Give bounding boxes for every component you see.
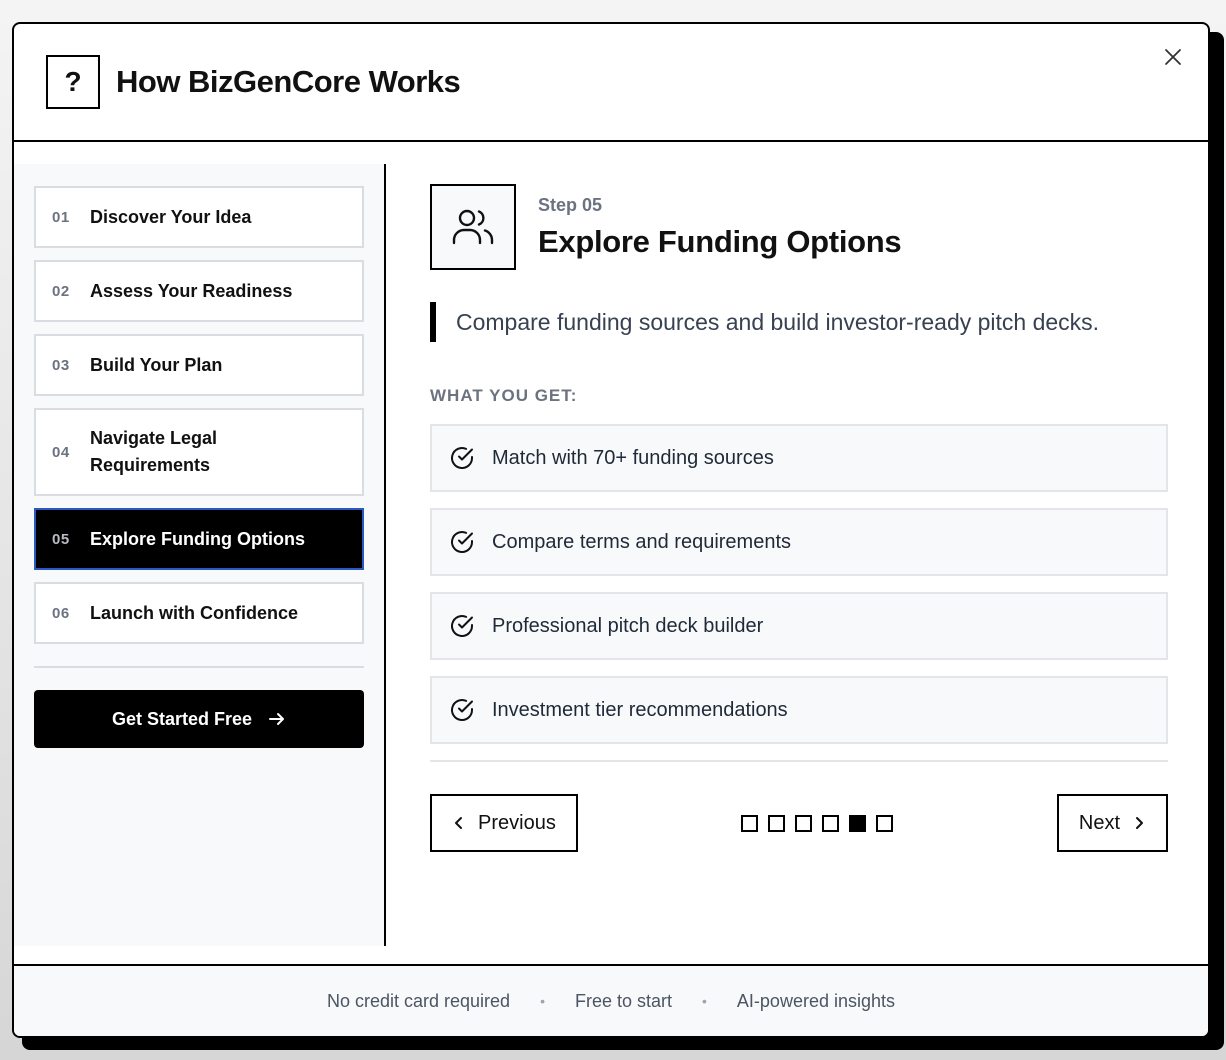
step-label: Launch with Confidence [90, 602, 299, 623]
feature-text: Investment tier recommendations [492, 698, 788, 721]
footer-item: Free to start [574, 990, 673, 1011]
get-started-button[interactable]: Get Started Free [34, 690, 364, 748]
section-label: WHAT YOU GET: [430, 386, 578, 405]
footer-separator: • [702, 993, 707, 1009]
close-button[interactable] [1160, 44, 1186, 70]
pagination-dot-1[interactable] [741, 814, 759, 832]
step-number: 05 [52, 530, 70, 548]
footer-item: AI-powered insights [736, 990, 896, 1011]
modal-footer: No credit card required • Free to start … [14, 964, 1208, 1036]
how-it-works-modal: ? How BizGenCore Works 01 Discover Your … [12, 22, 1210, 1038]
next-button[interactable]: Next [1056, 794, 1168, 852]
feature-item: Investment tier recommendations [430, 676, 1168, 744]
step-description: Compare funding sources and build invest… [430, 302, 1168, 342]
chevron-right-icon [1132, 816, 1146, 830]
sidebar-item-legal[interactable]: 04 Navigate Legal Requirements [34, 408, 364, 496]
step-label: Discover Your Idea [90, 206, 252, 227]
check-circle-icon [448, 696, 476, 724]
users-icon [430, 184, 516, 270]
pagination-dot-2[interactable] [768, 814, 786, 832]
pagination-dot-3[interactable] [795, 814, 813, 832]
step-navigation: Previous Next [430, 794, 1168, 852]
step-title: Explore Funding Options [538, 223, 902, 259]
modal-body: 01 Discover Your Idea 02 Assess Your Rea… [14, 142, 1208, 966]
step-kicker: Step 05 [538, 194, 603, 215]
feature-text: Compare terms and requirements [492, 530, 792, 553]
step-label: Explore Funding Options [90, 528, 305, 549]
step-number: 03 [52, 356, 70, 374]
get-started-label: Get Started Free [111, 708, 253, 729]
feature-item: Professional pitch deck builder [430, 592, 1168, 660]
feature-list: Match with 70+ funding sources Compare t… [430, 424, 1168, 744]
step-number: 06 [52, 604, 70, 622]
sidebar-divider [34, 666, 364, 668]
step-label: Build Your Plan [90, 354, 223, 375]
sidebar-item-discover[interactable]: 01 Discover Your Idea [34, 186, 364, 248]
step-label: Navigate Legal Requirements [90, 428, 218, 475]
step-number: 02 [52, 282, 70, 300]
sidebar-item-funding[interactable]: 05 Explore Funding Options [34, 508, 364, 570]
content-divider [430, 760, 1168, 762]
feature-item: Compare terms and requirements [430, 508, 1168, 576]
footer-separator: • [540, 993, 545, 1009]
steps-sidebar: 01 Discover Your Idea 02 Assess Your Rea… [14, 164, 386, 946]
footer-item: No credit card required [326, 990, 511, 1011]
step-content: Step 05 Explore Funding Options Compare … [430, 184, 1168, 852]
step-number: 04 [52, 443, 70, 461]
feature-item: Match with 70+ funding sources [430, 424, 1168, 492]
help-icon: ? [46, 55, 100, 109]
chevron-left-icon [452, 816, 466, 830]
check-circle-icon [448, 444, 476, 472]
check-circle-icon [448, 528, 476, 556]
step-pagination [741, 814, 894, 832]
step-header: Step 05 Explore Funding Options [430, 184, 1168, 270]
pagination-dot-4[interactable] [822, 814, 840, 832]
feature-text: Match with 70+ funding sources [492, 446, 774, 469]
step-number: 01 [52, 208, 70, 226]
previous-button[interactable]: Previous [430, 794, 578, 852]
close-icon [1165, 49, 1181, 65]
sidebar-item-build[interactable]: 03 Build Your Plan [34, 334, 364, 396]
pagination-dot-6[interactable] [876, 814, 894, 832]
pagination-dot-5[interactable] [849, 814, 867, 832]
next-label: Next [1078, 811, 1120, 834]
feature-text: Professional pitch deck builder [492, 614, 764, 637]
arrow-right-icon [268, 710, 286, 728]
previous-label: Previous [478, 811, 556, 834]
modal-header: ? How BizGenCore Works [14, 24, 1208, 142]
step-meta: Step 05 Explore Funding Options [538, 194, 902, 260]
sidebar-item-launch[interactable]: 06 Launch with Confidence [34, 582, 364, 644]
modal-title: How BizGenCore Works [116, 64, 461, 99]
sidebar-item-assess[interactable]: 02 Assess Your Readiness [34, 260, 364, 322]
check-circle-icon [448, 612, 476, 640]
step-label: Assess Your Readiness [90, 280, 293, 301]
